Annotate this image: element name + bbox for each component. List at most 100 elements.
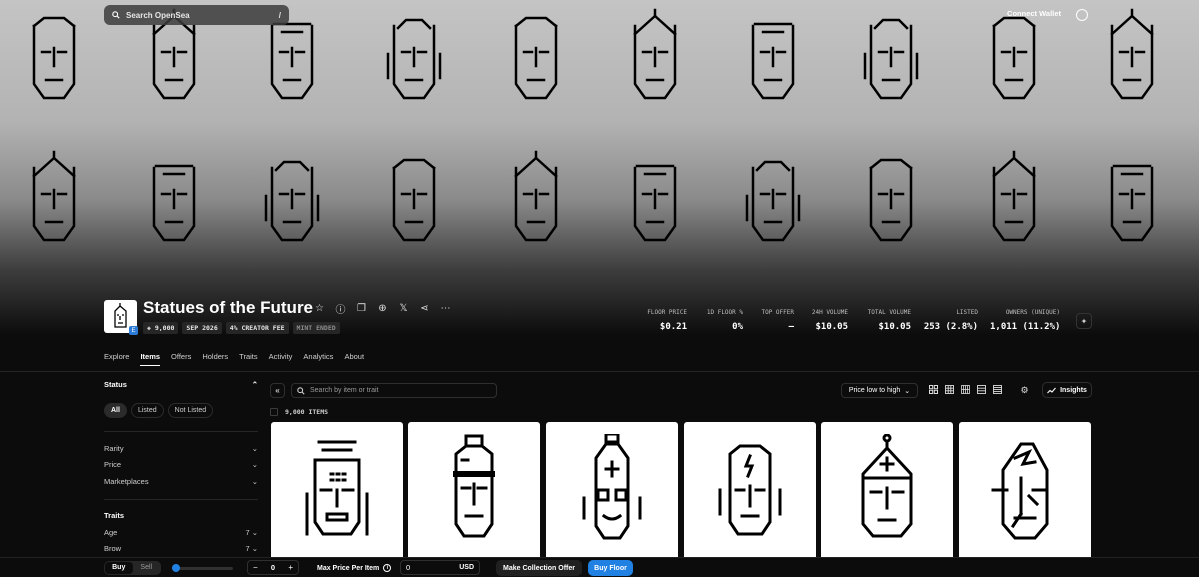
nft-card[interactable] bbox=[271, 422, 403, 562]
connect-wallet-button[interactable]: Connect Wallet bbox=[1000, 9, 1068, 18]
max-price-value: 0 bbox=[406, 563, 411, 572]
share-icon[interactable]: ⋖ bbox=[414, 302, 435, 314]
stat-label: TOP OFFER bbox=[761, 309, 794, 316]
sparkle-icon[interactable]: ✦ bbox=[1076, 313, 1092, 329]
tab-explore[interactable]: Explore bbox=[104, 352, 129, 366]
quantity-value: 0 bbox=[270, 563, 276, 572]
item-count: 9,000 ITEMS bbox=[285, 408, 329, 416]
trait-brow-count-wrap: 7 ⌄ bbox=[245, 544, 258, 553]
buy-floor-button[interactable]: Buy Floor bbox=[588, 560, 633, 576]
nft-image bbox=[305, 440, 369, 536]
stat-label: 1D FLOOR % bbox=[706, 309, 743, 316]
more-icon[interactable]: ⋯ bbox=[435, 302, 456, 314]
grid-small-icon[interactable] bbox=[960, 384, 971, 395]
quantity-slider[interactable] bbox=[172, 564, 233, 572]
x-icon[interactable]: 𝕏 bbox=[393, 302, 414, 314]
max-price-input[interactable]: 0 USD bbox=[400, 560, 480, 575]
info-icon[interactable]: ⓘ bbox=[330, 302, 351, 316]
banner-statue-image bbox=[745, 160, 801, 242]
increment-button[interactable]: + bbox=[288, 563, 293, 572]
chevron-down-icon: ⌄ bbox=[251, 476, 258, 486]
decrement-button[interactable]: − bbox=[253, 563, 258, 572]
banner-statue-image bbox=[751, 22, 795, 100]
date-chip: SEP 2026 bbox=[182, 322, 222, 334]
buy-sell-toggle: Buy Sell bbox=[104, 561, 161, 575]
tabs-divider bbox=[0, 371, 1199, 372]
global-search-bar[interactable]: Search OpenSea / bbox=[104, 5, 289, 25]
filter-price[interactable]: Price ⌄ bbox=[104, 457, 258, 474]
tab-traits[interactable]: Traits bbox=[239, 352, 257, 366]
items-count-chip: ◈ 9,000 bbox=[143, 322, 179, 334]
grid-large-icon[interactable] bbox=[928, 384, 939, 395]
nft-card[interactable] bbox=[684, 422, 816, 562]
max-price-label: Max Price Per Item bbox=[317, 564, 380, 572]
filter-marketplaces-label: Marketplaces bbox=[104, 476, 149, 486]
globe-icon[interactable]: ⊕ bbox=[372, 302, 393, 314]
stat-label: OWNERS (UNIQUE) bbox=[1005, 309, 1060, 316]
status-listed-pill[interactable]: Listed bbox=[130, 403, 164, 418]
sidebar-divider bbox=[104, 431, 258, 432]
view-mode-toggles bbox=[928, 384, 1003, 395]
select-all-checkbox[interactable] bbox=[270, 408, 278, 416]
grid-medium-icon[interactable] bbox=[944, 384, 955, 395]
status-title: Status bbox=[104, 380, 127, 389]
nft-card[interactable] bbox=[959, 422, 1091, 562]
tab-holders[interactable]: Holders bbox=[202, 352, 228, 366]
stat-value: $10.05 bbox=[878, 322, 911, 332]
nft-card[interactable] bbox=[821, 422, 953, 562]
trait-age[interactable]: Age 7 ⌄ bbox=[104, 524, 258, 541]
collapse-sidebar-button[interactable]: « bbox=[270, 383, 285, 398]
status-not-listed-pill[interactable]: Not Listed bbox=[167, 403, 214, 418]
item-search-input[interactable]: Search by item or trait bbox=[291, 383, 497, 398]
account-circle-icon[interactable] bbox=[1076, 9, 1088, 21]
copy-icon[interactable]: ❐ bbox=[351, 302, 372, 314]
info-icon[interactable]: i bbox=[383, 564, 392, 572]
stat-value: – bbox=[788, 322, 794, 332]
nft-card[interactable] bbox=[408, 422, 540, 562]
tab-analytics[interactable]: Analytics bbox=[303, 352, 333, 366]
tab-about[interactable]: About bbox=[344, 352, 364, 366]
tab-offers[interactable]: Offers bbox=[171, 352, 191, 366]
chevron-up-icon: ⌃ bbox=[251, 380, 258, 389]
opensea-collection-page: Search OpenSea / Connect Wallet E Statue… bbox=[0, 0, 1199, 577]
filter-marketplaces[interactable]: Marketplaces ⌄ bbox=[104, 473, 258, 490]
trend-icon bbox=[1047, 387, 1056, 393]
sell-tab[interactable]: Sell bbox=[133, 562, 161, 574]
insights-label: Insights bbox=[1060, 386, 1087, 394]
tab-items[interactable]: Items bbox=[140, 352, 161, 366]
search-shortcut-key: / bbox=[278, 10, 281, 20]
status-section-header[interactable]: Status ⌃ bbox=[104, 380, 258, 389]
filter-rarity[interactable]: Rarity ⌄ bbox=[104, 440, 258, 457]
collection-actions: ☆ ⓘ ❐ ⊕ 𝕏 ⋖ ⋯ bbox=[309, 302, 456, 316]
slider-handle[interactable] bbox=[172, 564, 180, 572]
tab-activity[interactable]: Activity bbox=[269, 352, 293, 366]
nft-card[interactable] bbox=[546, 422, 678, 562]
filter-rarity-label: Rarity bbox=[104, 443, 124, 453]
banner-statue-image bbox=[1110, 8, 1154, 100]
make-collection-offer-button[interactable]: Make Collection Offer bbox=[496, 560, 582, 576]
max-price-label-group: Max Price Per Item i bbox=[317, 564, 392, 572]
nft-image bbox=[453, 434, 495, 538]
item-count-row: 9,000 ITEMS bbox=[270, 408, 328, 416]
sidebar-divider bbox=[104, 498, 258, 500]
trait-brow[interactable]: Brow 7 ⌄ bbox=[104, 541, 258, 558]
banner-statue-image bbox=[514, 150, 558, 242]
stat-label: TOTAL VOLUME bbox=[867, 309, 911, 316]
buy-tab[interactable]: Buy bbox=[105, 562, 133, 574]
settings-icon[interactable]: ⚙ bbox=[1018, 384, 1031, 397]
banner-statue-image bbox=[32, 150, 76, 242]
insights-button[interactable]: Insights bbox=[1042, 382, 1092, 398]
chevron-down-icon: ⌄ bbox=[251, 544, 258, 554]
star-icon[interactable]: ☆ bbox=[309, 302, 330, 314]
sort-label: Price low to high bbox=[848, 387, 901, 394]
banner-statue-image bbox=[869, 158, 913, 242]
status-all-pill[interactable]: All bbox=[104, 403, 127, 418]
banner-statue-image bbox=[32, 16, 76, 100]
sort-dropdown[interactable]: Price low to high ⌄ bbox=[841, 383, 918, 398]
quantity-stepper[interactable]: − 0 + bbox=[247, 560, 299, 575]
double-chevron-left-icon: « bbox=[275, 386, 280, 395]
table-icon[interactable] bbox=[992, 384, 1003, 395]
stat-top-offer: TOP OFFER – bbox=[750, 309, 794, 332]
list-icon[interactable] bbox=[976, 384, 987, 395]
filter-price-label: Price bbox=[104, 460, 122, 470]
